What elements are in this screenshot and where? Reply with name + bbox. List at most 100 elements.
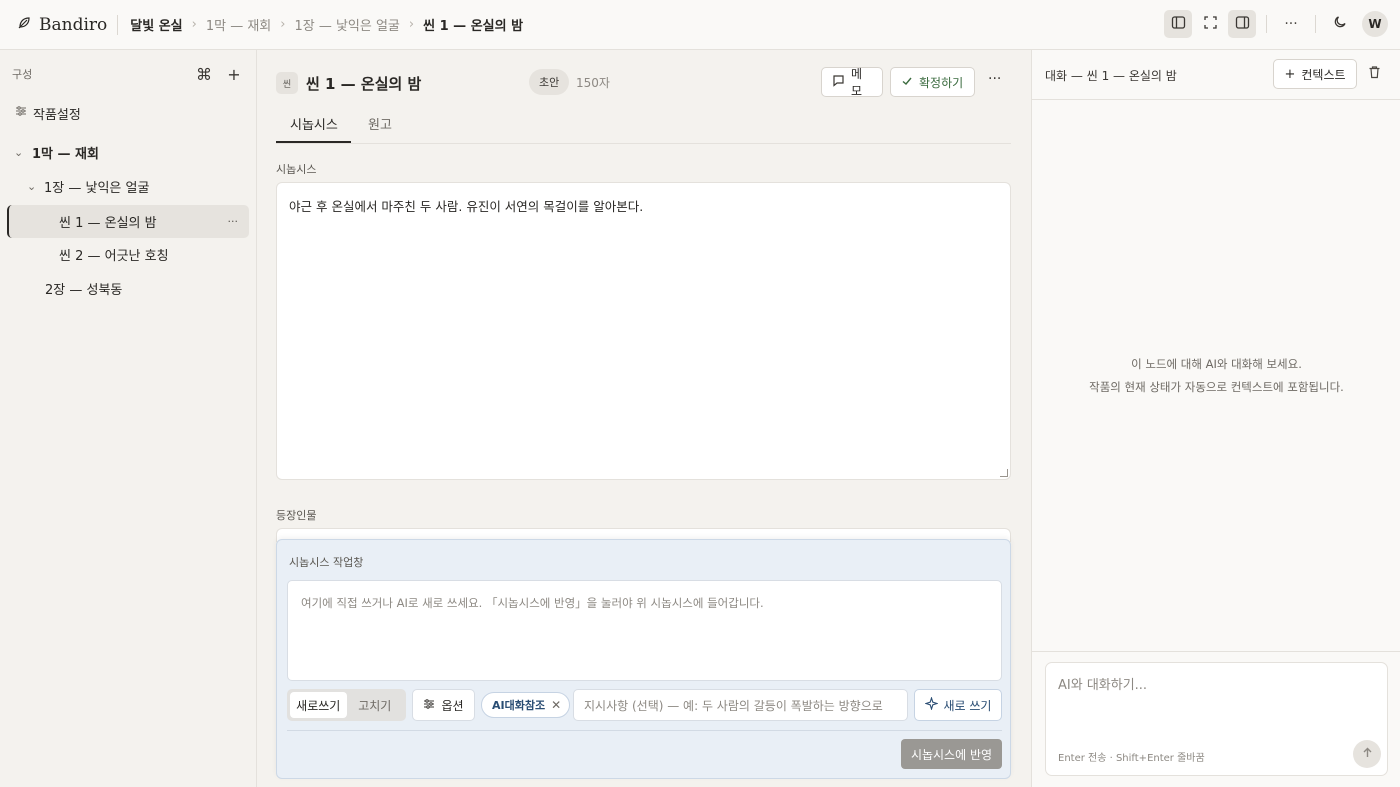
- more-icon: ···: [1284, 16, 1298, 32]
- divider: [1032, 651, 1400, 652]
- sidebar-item-label: 2장 — 성북동: [45, 282, 123, 298]
- trash-icon[interactable]: [1368, 65, 1381, 83]
- work-placeholder: 여기에 직접 쓰거나 AI로 새로 쓰세요. 「시놉시스에 반영」을 눌러야 위…: [301, 596, 764, 610]
- add-icon[interactable]: +: [224, 65, 244, 84]
- chevron-down-icon[interactable]: ⌄: [27, 180, 41, 193]
- sidebar-item-label: 씬 1 — 온실의 밤: [59, 216, 157, 231]
- top-bar: Bandiro 달빛 온실 › 1막 — 재회 › 1장 — 낯익은 얼굴 › …: [0, 0, 1400, 50]
- mode-switch: 새로쓰기 고치기: [287, 689, 406, 721]
- more-icon[interactable]: ···: [988, 71, 1001, 87]
- brand[interactable]: Bandiro: [0, 0, 107, 49]
- scene-badge: 씬: [276, 72, 298, 94]
- breadcrumb-item-scene[interactable]: 씬 1 — 온실의 밤: [419, 15, 527, 34]
- fullscreen-button[interactable]: [1196, 10, 1224, 38]
- settings-sliders-icon: [15, 105, 27, 121]
- options-button[interactable]: 옵션: [412, 689, 475, 721]
- instruction-input[interactable]: 지시사항 (선택) — 예: 두 사람의 갈등이 폭발하는 방향으로: [573, 689, 908, 721]
- mode-rewrite[interactable]: 새로쓰기: [290, 692, 347, 718]
- sidebar-item-act-1[interactable]: ⌄ 1막 — 재회: [0, 141, 257, 163]
- close-icon[interactable]: ✕: [551, 698, 561, 712]
- work-panel-title: 시놉시스 작업창: [289, 556, 364, 569]
- characters-label: 등장인물: [276, 509, 317, 522]
- sidebar-item-scene-2[interactable]: 씬 2 — 어긋난 호칭: [0, 243, 257, 265]
- sidebar-item-label: 1막 — 재회: [32, 146, 99, 162]
- resize-handle[interactable]: [1000, 469, 1008, 477]
- ai-reference-chip[interactable]: AI대화참조 ✕: [481, 692, 571, 718]
- more-icon[interactable]: ···: [228, 215, 239, 228]
- status-badge[interactable]: 초안: [529, 69, 570, 95]
- tab-bar: 시놉시스 원고: [276, 110, 1011, 144]
- sidebar-right-icon: [1235, 15, 1250, 34]
- sidebar-item-label: 씬 2 — 어긋난 호칭: [59, 248, 169, 264]
- sidebar-header: 구성 ⌘ +: [0, 50, 256, 98]
- sidebar-item-scene-1[interactable]: 씬 1 — 온실의 밤 ···: [7, 205, 249, 238]
- mode-edit[interactable]: 고치기: [347, 692, 404, 718]
- divider: [1315, 15, 1316, 33]
- rewrite-label: 새로 쓰기: [943, 698, 992, 713]
- divider: [117, 14, 119, 35]
- sidebar: 구성 ⌘ + 작품설정 ⌄ 1막 — 재회 ⌄ 1장 — 낯익은 얼굴 씬 1 …: [0, 50, 257, 787]
- chevron-right-icon: ›: [408, 17, 415, 32]
- chat-panel: 대화 — 씬 1 — 온실의 밤 + 컨텍스트 이 노드에 대해 AI와 대화해…: [1031, 50, 1400, 787]
- sidebar-left-toggle[interactable]: [1164, 10, 1192, 38]
- confirm-button[interactable]: 확정하기: [890, 67, 975, 97]
- check-icon: [901, 75, 913, 90]
- brand-name: Bandiro: [39, 14, 108, 35]
- chat-title: 대화 — 씬 1 — 온실의 밤: [1045, 69, 1177, 83]
- fullscreen-icon: [1203, 15, 1218, 34]
- instruction-placeholder: 지시사항 (선택) — 예: 두 사람의 갈등이 폭발하는 방향으로: [584, 698, 883, 713]
- avatar[interactable]: W: [1362, 11, 1388, 37]
- theme-toggle[interactable]: [1326, 10, 1354, 38]
- tab-synopsis[interactable]: 시놉시스: [290, 114, 338, 133]
- more-button[interactable]: ···: [1277, 10, 1305, 38]
- chat-input[interactable]: AI와 대화하기... Enter 전송 · Shift+Enter 줄바꿈: [1045, 662, 1388, 776]
- arrow-up-icon: [1362, 747, 1373, 762]
- sidebar-item-label: 작품설정: [33, 107, 81, 123]
- empty-state-line: 작품의 현재 상태가 자동으로 컨텍스트에 포함됩니다.: [1089, 380, 1344, 394]
- sidebar-title: 구성: [12, 68, 33, 81]
- chat-header: 대화 — 씬 1 — 온실의 밤 + 컨텍스트: [1032, 50, 1400, 100]
- page-title: 씬 1 — 온실의 밤: [306, 74, 422, 93]
- synopsis-work-panel: 시놉시스 작업창 여기에 직접 쓰거나 AI로 새로 쓰세요. 「시놉시스에 반…: [276, 539, 1011, 779]
- chevron-down-icon[interactable]: ⌄: [14, 146, 28, 159]
- confirm-label: 확정하기: [919, 75, 964, 90]
- chip-label: AI대화참조: [492, 699, 546, 712]
- apply-synopsis-button[interactable]: 시놉시스에 반영: [901, 739, 1002, 769]
- work-textarea[interactable]: 여기에 직접 쓰거나 AI로 새로 쓰세요. 「시놉시스에 반영」을 눌러야 위…: [287, 580, 1002, 681]
- send-button[interactable]: [1353, 740, 1381, 768]
- breadcrumb-item-act[interactable]: 1막 — 재회: [202, 15, 275, 34]
- tab-underline: [276, 141, 351, 143]
- memo-button[interactable]: 메모: [821, 67, 883, 98]
- feather-logo-icon: [16, 15, 32, 35]
- options-label: 옵션: [441, 698, 464, 713]
- sidebar-item-label: 1장 — 낯익은 얼굴: [44, 180, 150, 196]
- chat-hint: Enter 전송 · Shift+Enter 줄바꿈: [1058, 753, 1205, 764]
- breadcrumb-item-chapter[interactable]: 1장 — 낯익은 얼굴: [290, 15, 403, 34]
- chat-placeholder: AI와 대화하기...: [1058, 678, 1148, 693]
- sidebar-item-chapter-2[interactable]: 2장 — 성북동: [0, 277, 257, 299]
- tab-manuscript[interactable]: 원고: [368, 114, 392, 133]
- divider: [287, 730, 1002, 731]
- plus-icon: +: [1284, 66, 1296, 82]
- context-label: 컨텍스트: [1301, 67, 1346, 82]
- main-editor: 씬 씬 1 — 온실의 밤 초안 150자 메모 확정하기 ··· 시놉시스 원…: [257, 50, 1031, 787]
- synopsis-text: 야근 후 온실에서 마주친 두 사람. 유진이 서연의 목걸이를 알아본다.: [289, 199, 644, 214]
- sparkle-icon: [923, 696, 939, 713]
- breadcrumb-item-project[interactable]: 달빛 온실: [126, 15, 186, 34]
- scene-header: 씬 씬 1 — 온실의 밤 초안 150자 메모 확정하기 ···: [276, 66, 1011, 100]
- empty-state-line: 이 노드에 대해 AI와 대화해 보세요.: [1131, 357, 1302, 371]
- sidebar-item-settings[interactable]: 작품설정: [0, 102, 257, 124]
- sidebar-item-chapter-1[interactable]: ⌄ 1장 — 낯익은 얼굴: [0, 175, 257, 197]
- synopsis-textarea[interactable]: 야근 후 온실에서 마주친 두 사람. 유진이 서연의 목걸이를 알아본다.: [276, 182, 1011, 480]
- breadcrumb: 달빛 온실 › 1막 — 재회 › 1장 — 낯익은 얼굴 › 씬 1 — 온실…: [126, 15, 527, 34]
- memo-label: 메모: [851, 67, 863, 98]
- comment-icon: [832, 74, 845, 90]
- add-context-button[interactable]: + 컨텍스트: [1273, 59, 1357, 89]
- command-icon[interactable]: ⌘: [194, 65, 214, 84]
- chevron-right-icon: ›: [280, 17, 286, 32]
- empty-state: 이 노드에 대해 AI와 대화해 보세요. 작품의 현재 상태가 자동으로 컨텍…: [1032, 353, 1400, 399]
- sidebar-left-icon: [1171, 15, 1186, 34]
- rewrite-button[interactable]: 새로 쓰기: [914, 689, 1002, 721]
- sidebar-right-toggle[interactable]: [1228, 10, 1256, 38]
- moon-icon: [1333, 15, 1347, 33]
